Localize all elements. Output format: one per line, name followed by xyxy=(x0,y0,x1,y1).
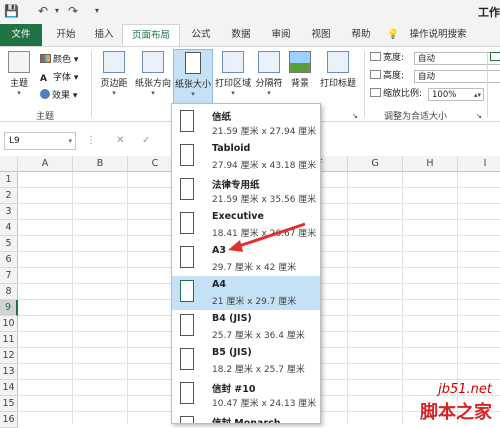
annotation-arrow xyxy=(228,222,306,252)
arrow-head-icon xyxy=(228,240,243,252)
watermark: jb51.net 脚本之家 xyxy=(420,382,492,423)
arrow-shaft xyxy=(235,222,306,249)
